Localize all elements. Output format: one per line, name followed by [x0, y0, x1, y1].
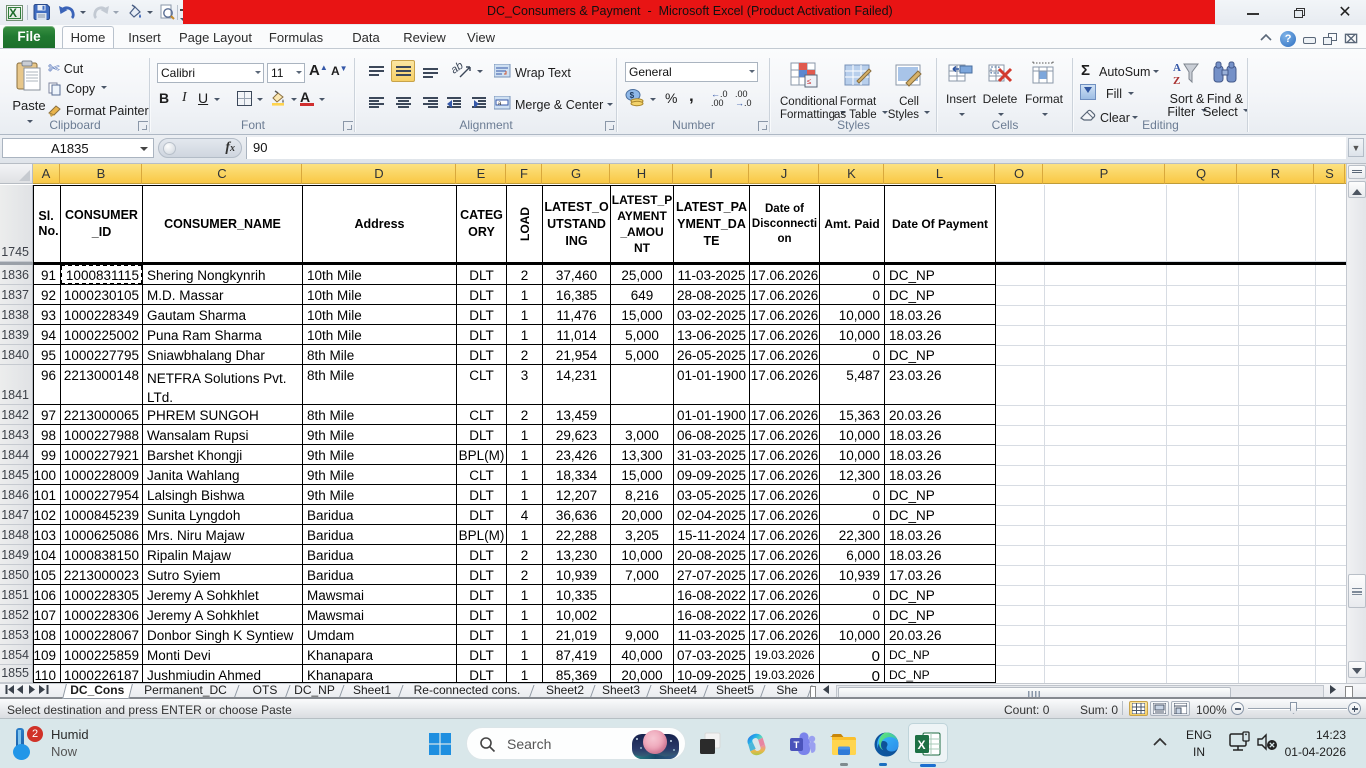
svg-text:A: A	[1173, 62, 1181, 74]
svg-text:≤: ≤	[807, 77, 812, 86]
svg-text:X: X	[918, 738, 926, 752]
svg-text:T: T	[794, 740, 800, 751]
svg-text:Z: Z	[1173, 75, 1180, 87]
